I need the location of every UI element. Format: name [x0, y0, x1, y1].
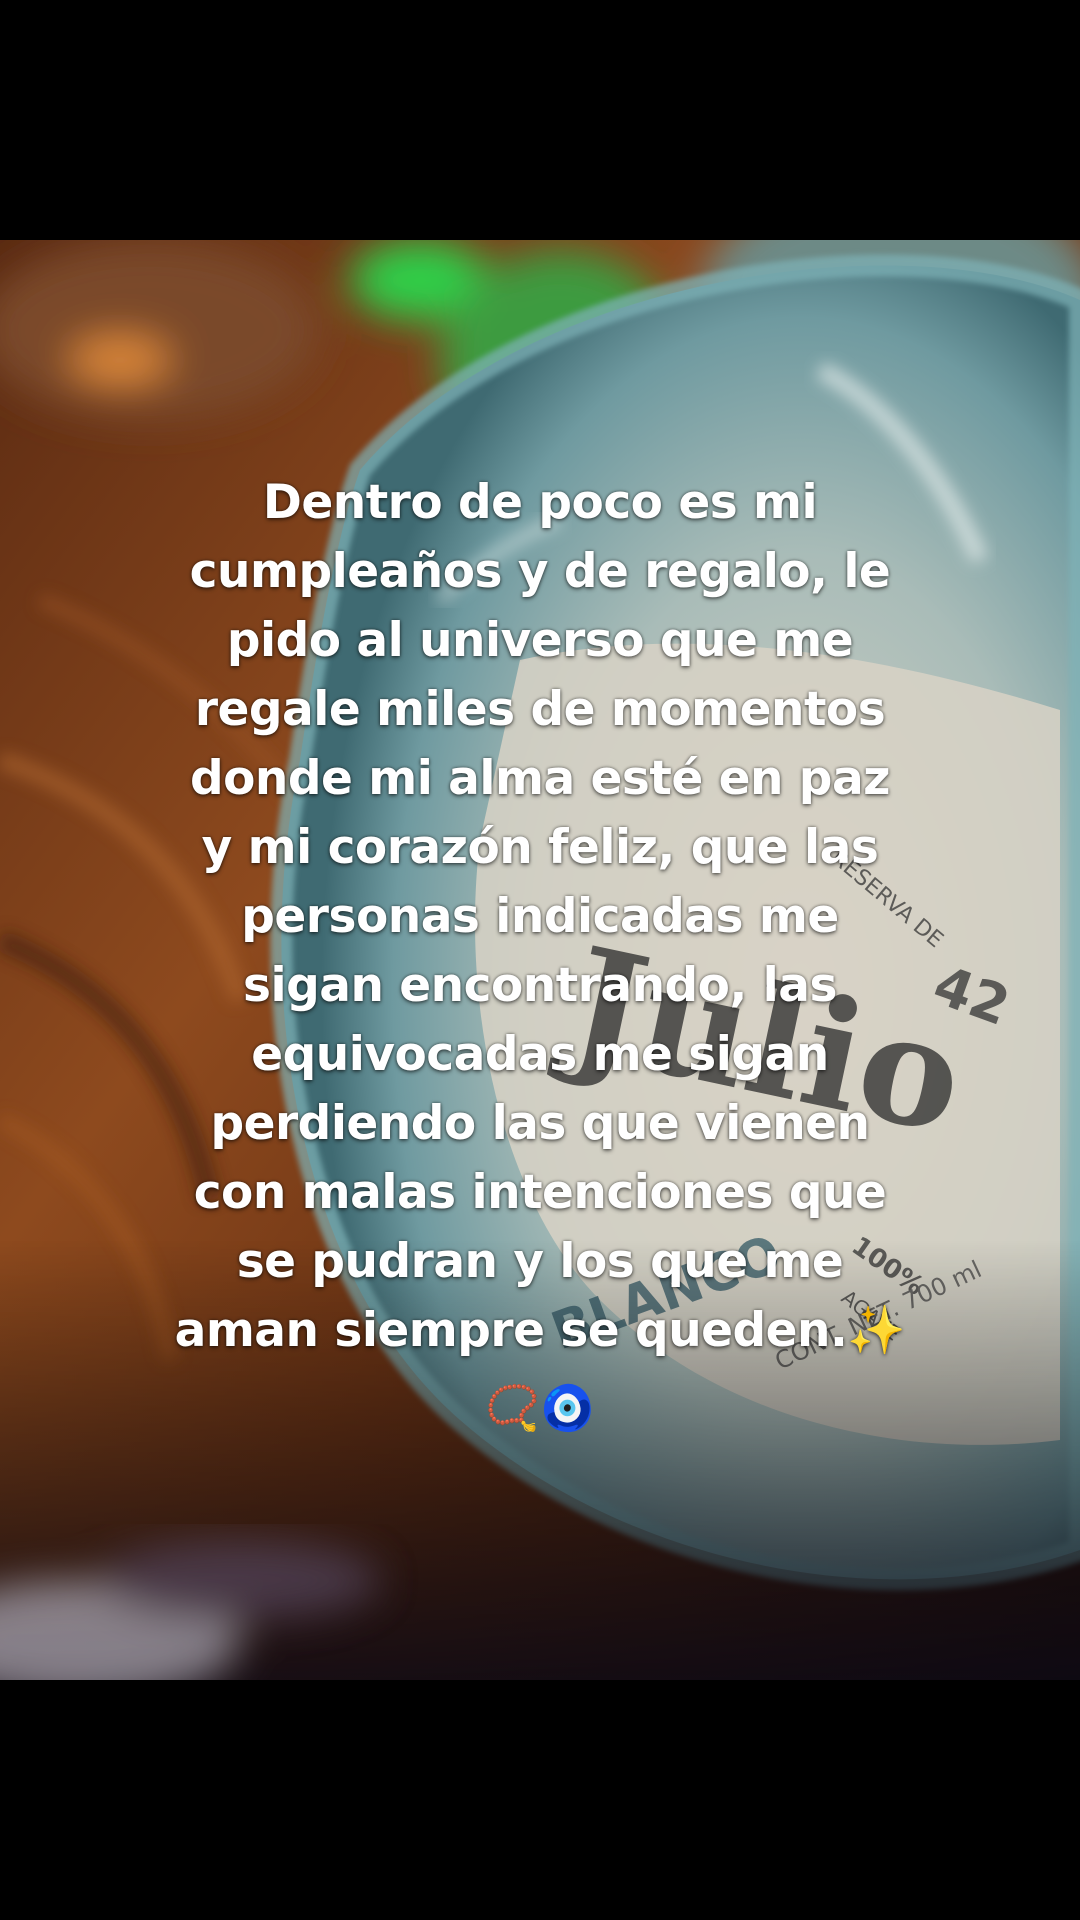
caption-line: pido al universo que me — [226, 613, 854, 668]
caption-line: se pudran y los que me — [236, 1234, 844, 1289]
caption-line: regale miles de momentos — [194, 682, 886, 737]
video-screen: Julio 42 100% AGAVE CONT. NET. 700 ml BL… — [0, 0, 1080, 1920]
caption-line: personas indicadas me — [241, 889, 839, 944]
caption-line: cumpleaños y de regalo, le — [189, 544, 891, 599]
caption-line: Dentro de poco es mi — [262, 475, 818, 530]
caption-line: y mi corazón feliz, que las — [201, 820, 879, 875]
caption-line: con malas intenciones que — [193, 1165, 887, 1220]
caption-text: Dentro de poco es mi cumpleaños y de reg… — [110, 468, 970, 1365]
caption-line: sigan encontrando, las — [243, 958, 838, 1013]
caption-line: donde mi alma esté en paz — [189, 751, 891, 806]
caption-line: aman siempre se queden.✨ — [174, 1303, 906, 1358]
prayer-beads-evil-eye-icon: 📿🧿 — [485, 1383, 595, 1434]
background-photo: Julio 42 100% AGAVE CONT. NET. 700 ml BL… — [0, 240, 1080, 1680]
caption-line: equivocadas me sigan — [251, 1027, 829, 1082]
caption-line: perdiendo las que vienen — [210, 1096, 870, 1151]
